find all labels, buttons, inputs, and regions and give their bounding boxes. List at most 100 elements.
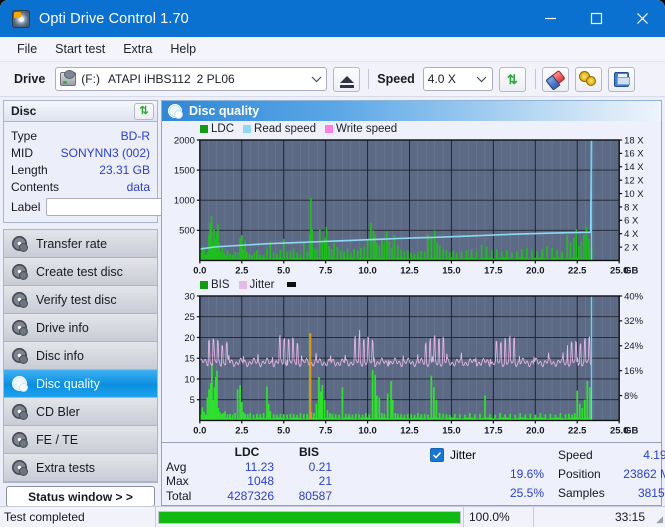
progress-percent: 100.0% (463, 507, 533, 527)
jitter-avg-value: 19.6% (509, 466, 544, 481)
svg-text:17.5: 17.5 (484, 265, 502, 276)
sidebar-item-label: Disc info (36, 348, 84, 363)
svg-text:22.5: 22.5 (568, 265, 586, 276)
settings-button[interactable] (574, 66, 602, 92)
svg-text:6 X: 6 X (624, 216, 639, 227)
speed-select[interactable]: 4.0 X (422, 67, 493, 91)
svg-text:18 X: 18 X (624, 135, 644, 146)
disc-panel-header: Disc ⇅ (3, 100, 158, 121)
resize-grip-icon[interactable]: ◢ (655, 507, 665, 527)
disc-panel-title: Disc (11, 104, 37, 118)
page-title: Disc quality (189, 104, 260, 118)
sidebar-item-label: Disc quality (36, 376, 100, 391)
legend-label: BIS (211, 278, 230, 291)
ldc-chart: 500 1000 1500 2000 2 X 4 X 6 X 8 X 10 X 12 X 14 X 1… (174, 135, 644, 276)
legend-label: LDC (211, 122, 235, 135)
legend-swatch-icon (325, 124, 334, 133)
svg-text:GB: GB (624, 426, 638, 437)
chevron-down-icon (308, 76, 324, 83)
save-button[interactable] (607, 66, 635, 92)
main-panel-header: Disc quality (161, 100, 662, 121)
disc-app-icon (12, 9, 30, 28)
disc-refresh-button[interactable]: ⇅ (134, 103, 154, 120)
menu-extra[interactable]: Extra (115, 39, 160, 59)
stats-ldc-max: 1048 (247, 474, 274, 489)
position-label: Position (558, 466, 601, 481)
disc-icon (12, 404, 28, 420)
jitter-header: Jitter (430, 447, 488, 462)
svg-text:24%: 24% (624, 342, 644, 353)
window-title: Opti Drive Control 1.70 (39, 10, 189, 27)
svg-text:8 X: 8 X (624, 202, 639, 213)
svg-text:15: 15 (184, 354, 195, 365)
sidebar-item-extra-tests[interactable]: Extra tests (4, 454, 157, 482)
svg-text:16 X: 16 X (624, 149, 644, 160)
legend-swatch-icon (200, 280, 208, 289)
sidebar-item-drive-info[interactable]: Drive info (4, 314, 157, 342)
eject-button[interactable] (333, 66, 361, 92)
svg-text:12.5: 12.5 (400, 426, 418, 437)
menu-help[interactable]: Help (162, 39, 204, 59)
disc-icon (12, 460, 28, 476)
svg-text:10.0: 10.0 (358, 265, 376, 276)
sidebar-item-cd-bler[interactable]: CD Bler (4, 398, 157, 426)
disc-contents-label: Contents (11, 179, 60, 194)
disc-icon (12, 264, 28, 280)
drive-firmware: 2 PL06 (196, 72, 235, 86)
legend-marker (283, 282, 299, 288)
progress-wrap (155, 507, 463, 527)
sidebar-item-disc-quality[interactable]: Disc quality (4, 370, 157, 398)
sidebar-item-create-test-disc[interactable]: Create test disc (4, 258, 157, 286)
stats-row-total-label: Total (166, 488, 192, 503)
bis-chart-block: BIS Jitter 5 10 15 20 25 30 8% 16% 24% 32% 40% 0.0 2… (164, 278, 659, 438)
legend-label: Write speed (336, 122, 398, 135)
drive-model: ATAPI iHBS112 (107, 72, 191, 86)
close-icon[interactable] (619, 0, 665, 37)
charts-area: LDC Read speed Write speed 500 1000 1500 20… (161, 121, 662, 443)
jitter-checkbox[interactable] (430, 447, 444, 462)
svg-text:500: 500 (179, 226, 195, 237)
status-window-button[interactable]: Status window > > (6, 486, 155, 507)
stats-panel: LDC BIS Avg 11.23 0.21 Max 1048 21 Total (161, 443, 665, 506)
sidebar-item-disc-info[interactable]: Disc info (4, 342, 157, 370)
eject-icon (339, 75, 354, 88)
app-body: Disc ⇅ Type BD-R MID SONYNN3 (002) Lengt… (0, 97, 665, 511)
menu-file[interactable]: File (9, 39, 45, 59)
chevron-down-icon (474, 76, 490, 83)
jitter-max-value: 25.5% (509, 486, 544, 501)
disc-icon (12, 236, 28, 252)
disc-info-panel: Type BD-R MID SONYNN3 (002) Length 23.31… (3, 121, 253, 223)
svg-text:25: 25 (184, 313, 195, 324)
svg-text:5.0: 5.0 (277, 265, 290, 276)
sidebar-item-transfer-rate[interactable]: Transfer rate (4, 230, 157, 258)
refresh-button[interactable]: ⇅ (498, 66, 526, 92)
drive-icon (60, 70, 77, 86)
disc-icon (12, 320, 28, 336)
stats-bis-avg: 0.21 (308, 459, 332, 474)
maximize-icon[interactable] (573, 0, 619, 37)
svg-text:GB: GB (624, 265, 638, 276)
drive-toolbar: Drive (F:) ATAPI iHBS112 2 PL06 Speed 4.0 … (0, 62, 665, 97)
svg-text:7.5: 7.5 (319, 426, 332, 437)
menu-bar: File Start test Extra Help (0, 37, 665, 62)
stats-ldc-total: 4287326 (227, 488, 274, 503)
sidebar-item-verify-test-disc[interactable]: Verify test disc (4, 286, 157, 314)
sidebar-item-fe-te[interactable]: FE / TE (4, 426, 157, 454)
svg-text:32%: 32% (624, 317, 644, 328)
svg-text:10.0: 10.0 (358, 426, 376, 437)
save-icon (613, 71, 630, 87)
drive-select[interactable]: (F:) ATAPI iHBS112 2 PL06 (55, 67, 328, 91)
main-panel: Disc quality LDC Read speed Write speed … (161, 100, 665, 506)
speed-label: Speed (377, 72, 415, 86)
svg-text:8%: 8% (624, 391, 638, 402)
minimize-icon[interactable] (527, 0, 573, 37)
status-bar: Test completed 100.0% 33:15 ◢ (0, 506, 665, 527)
erase-button[interactable] (541, 66, 569, 92)
disc-label-row: Label (11, 198, 253, 216)
stats-bis-max: 21 (318, 474, 332, 489)
svg-text:16%: 16% (624, 366, 644, 377)
sidebar-item-label: CD Bler (36, 404, 80, 419)
ldc-legend: LDC Read speed Write speed (164, 122, 659, 135)
menu-start-test[interactable]: Start test (47, 39, 113, 59)
legend-swatch-icon (238, 280, 247, 289)
